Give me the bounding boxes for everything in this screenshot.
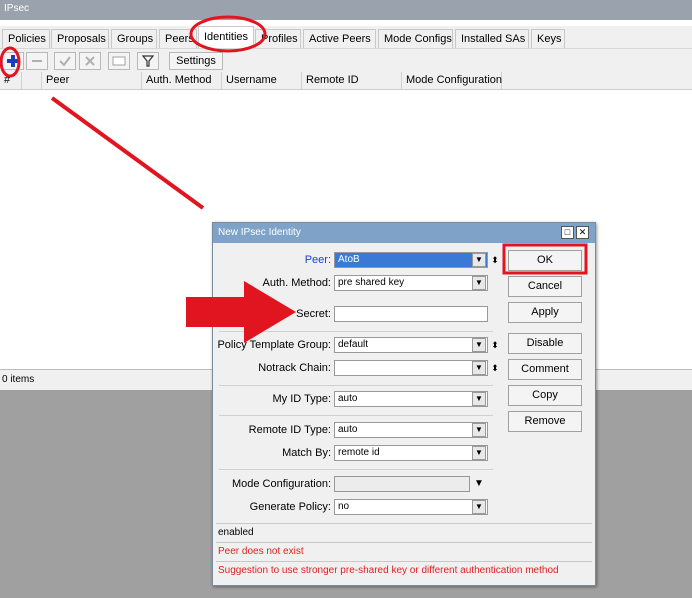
notrack-chain-select[interactable] [334,360,488,376]
peer-select[interactable]: AtoB [334,252,488,268]
peer-dropdown-icon[interactable]: ▼ [472,253,486,267]
comment-button[interactable]: Comment [508,359,582,380]
notrack-chain-updown-icon[interactable]: ⬍ [489,360,501,376]
match-by-select[interactable]: remote id [334,445,488,461]
annotation-circle-add [0,46,21,78]
policy-template-group-select[interactable]: default [334,337,488,353]
dialog-titlebar: New IPsec Identity □ ✕ [213,223,595,243]
notrack-chain-dropdown-icon[interactable]: ▼ [472,361,486,375]
ok-button[interactable]: OK [508,250,582,271]
dialog-title: New IPsec Identity [218,227,301,238]
apply-button[interactable]: Apply [508,302,582,323]
mode-configuration-label: Mode Configuration: [231,478,331,490]
dialog-status-state: enabled [216,523,592,540]
remote-id-type-label: Remote ID Type: [248,424,331,436]
close-icon[interactable]: ✕ [576,226,589,239]
peer-updown-icon[interactable]: ⬍ [489,252,501,268]
auth-method-dropdown-icon[interactable]: ▼ [472,276,486,290]
mode-configuration-dropdown-icon[interactable]: ▼ [473,476,485,492]
separator [219,469,493,470]
secret-label: Secret: [296,308,331,320]
maximize-icon[interactable]: □ [561,226,574,239]
auth-method-select[interactable]: pre shared key [334,275,488,291]
disable-button[interactable]: Disable [508,333,582,354]
remote-id-type-dropdown-icon[interactable]: ▼ [472,423,486,437]
remove-button[interactable]: Remove [508,411,582,432]
cancel-button[interactable]: Cancel [508,276,582,297]
my-id-type-select[interactable]: auto [334,391,488,407]
mode-configuration-select[interactable] [334,476,470,492]
generate-policy-label: Generate Policy: [249,501,331,513]
generate-policy-dropdown-icon[interactable]: ▼ [472,500,486,514]
copy-button[interactable]: Copy [508,385,582,406]
separator [219,415,493,416]
new-ipsec-identity-dialog: New IPsec Identity □ ✕ Peer: AtoB ▼ ⬍ Au… [212,222,596,586]
match-by-label: Match By: [282,447,331,459]
peer-label: Peer: [304,254,331,266]
dialog-status-suggestion: Suggestion to use stronger pre-shared ke… [216,561,592,578]
policy-template-group-updown-icon[interactable]: ⬍ [489,337,501,353]
annotation-line [50,96,205,210]
separator [219,385,493,386]
remote-id-type-select[interactable]: auto [334,422,488,438]
match-by-dropdown-icon[interactable]: ▼ [472,446,486,460]
generate-policy-select[interactable]: no [334,499,488,515]
my-id-type-dropdown-icon[interactable]: ▼ [472,392,486,406]
policy-template-group-dropdown-icon[interactable]: ▼ [472,338,486,352]
my-id-type-label: My ID Type: [272,393,331,405]
annotation-circle-identities [189,15,267,53]
notrack-chain-label: Notrack Chain: [258,362,331,374]
annotation-arrow-right [186,281,296,343]
dialog-status-error: Peer does not exist [216,542,592,559]
secret-input[interactable] [334,306,488,322]
